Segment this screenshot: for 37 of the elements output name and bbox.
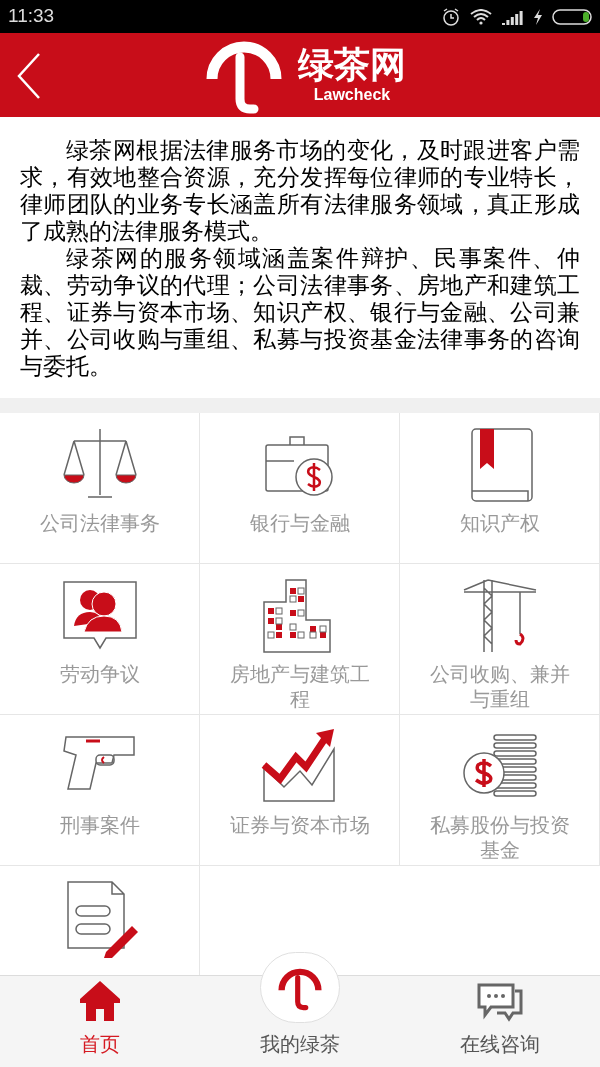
service-tile[interactable]: 知识产权 bbox=[400, 413, 600, 564]
back-icon bbox=[17, 53, 41, 99]
battery-icon bbox=[552, 8, 592, 25]
service-label: 证券与资本市场 bbox=[228, 813, 371, 838]
service-label: 公司法律事务 bbox=[38, 511, 161, 536]
intro-paragraph: 绿茶网根据法律服务市场的变化，及时跟进客户需求，有效地整合资源，充分发挥每位律师的专业特长，律师团队的业务专长涵盖所有法律服务领域，真正形成了成熟的法律服务模式。 bbox=[20, 137, 580, 245]
tab[interactable]: 在线咨询 bbox=[400, 976, 600, 1067]
service-label: 房地产与建筑工程 bbox=[228, 662, 371, 712]
signal-icon bbox=[502, 8, 524, 25]
service-label: 劳动争议 bbox=[58, 662, 141, 687]
service-tile[interactable]: 证券与资本市场 bbox=[200, 715, 400, 866]
chat-icon bbox=[477, 983, 523, 1023]
home-icon bbox=[78, 979, 122, 1023]
service-tile[interactable]: 公司法律事务 bbox=[0, 413, 200, 564]
intro-paragraph: 绿茶网的服务领域涵盖案件辩护、民事案件、仲裁、劳动争议的代理；公司法律事务、房地产和建筑工程、证券与资本市场、知识产权、银行与金融、公司兼并、公司收购与重组、私募与投资基金法律事务的咨询与委托。 bbox=[20, 245, 580, 380]
service-tile[interactable]: 银行与金融 bbox=[200, 413, 400, 564]
service-tile[interactable]: 劳动争议 bbox=[0, 564, 200, 715]
service-label: 公司收购、兼并与重组 bbox=[428, 662, 571, 712]
service-tile[interactable]: 公司收购、兼并与重组 bbox=[400, 564, 600, 715]
brand-title: 绿茶网 bbox=[298, 45, 406, 85]
charging-icon bbox=[534, 8, 542, 25]
tab-label: 在线咨询 bbox=[460, 1032, 540, 1057]
wifi-icon bbox=[470, 8, 492, 25]
service-tile[interactable]: 刑事案件 bbox=[0, 715, 200, 866]
service-label: 银行与金融 bbox=[248, 511, 351, 536]
service-tile[interactable]: 房地产与建筑工程 bbox=[200, 564, 400, 715]
tab-label: 首页 bbox=[80, 1032, 120, 1057]
brand-subtitle: Lawcheck bbox=[313, 85, 391, 105]
tab[interactable]: 首页 bbox=[0, 976, 200, 1067]
alarm-icon bbox=[442, 7, 460, 26]
tab-label: 我的绿茶 bbox=[260, 1032, 340, 1057]
service-tile[interactable]: 私募股份与投资基金 bbox=[400, 715, 600, 866]
clock: 11:33 bbox=[8, 4, 55, 29]
service-label: 知识产权 bbox=[458, 511, 541, 536]
service-label: 刑事案件 bbox=[58, 813, 141, 838]
service-label: 私募股份与投资基金 bbox=[428, 813, 571, 863]
tab[interactable]: 我的绿茶 bbox=[200, 952, 400, 1067]
